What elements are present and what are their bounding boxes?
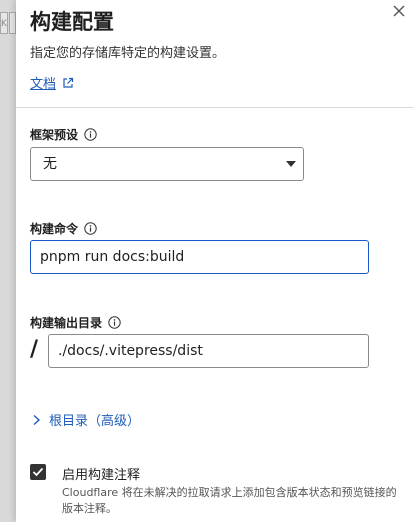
chevron-right-icon: [33, 414, 41, 425]
panel-title: 构建配置: [30, 10, 114, 34]
chevron-down-icon: [286, 161, 296, 167]
output-dir-label: 构建输出目录: [30, 314, 121, 331]
build-config-panel: 构建配置 指定您的存储库特定的构建设置。 文档 框架预设 无 构建命令 pnpm…: [16, 0, 414, 522]
build-command-input[interactable]: pnpm run docs:build: [30, 240, 369, 274]
section-divider: [16, 107, 414, 108]
output-dir-input[interactable]: ./docs/.vitepress/dist: [48, 334, 369, 368]
framework-preset-label: 框架预设: [30, 126, 97, 143]
framework-preset-label-text: 框架预设: [30, 128, 79, 142]
info-icon[interactable]: [108, 316, 121, 329]
output-dir-label-text: 构建输出目录: [30, 316, 103, 330]
info-icon[interactable]: [84, 222, 97, 235]
close-icon[interactable]: [390, 2, 408, 20]
output-dir-prefix: /: [30, 337, 39, 362]
checkmark-icon: [32, 467, 44, 477]
build-comments-checkbox[interactable]: [30, 464, 46, 480]
panel-description: 指定您的存储库特定的构建设置。: [30, 46, 226, 61]
build-comments-description: Cloudflare 将在未解决的拉取请求上添加包含版本状态和预览链接的版本注释…: [62, 486, 397, 515]
framework-preset-select[interactable]: 无: [30, 147, 304, 181]
background-field: [9, 12, 16, 34]
root-dir-toggle[interactable]: 根目录（高级）: [32, 410, 140, 429]
background-field: K: [0, 12, 8, 34]
build-command-label-text: 构建命令: [30, 222, 79, 236]
root-dir-label: 根目录（高级）: [49, 414, 141, 429]
build-command-label: 构建命令: [30, 220, 97, 237]
framework-preset-value: 无: [43, 156, 57, 172]
external-link-icon: [63, 77, 74, 88]
background-page: K: [0, 0, 16, 522]
docs-link-label: 文档: [30, 77, 57, 92]
docs-link[interactable]: 文档: [30, 73, 74, 92]
build-comments-label: 启用构建注释: [62, 468, 141, 483]
info-icon[interactable]: [84, 128, 97, 141]
